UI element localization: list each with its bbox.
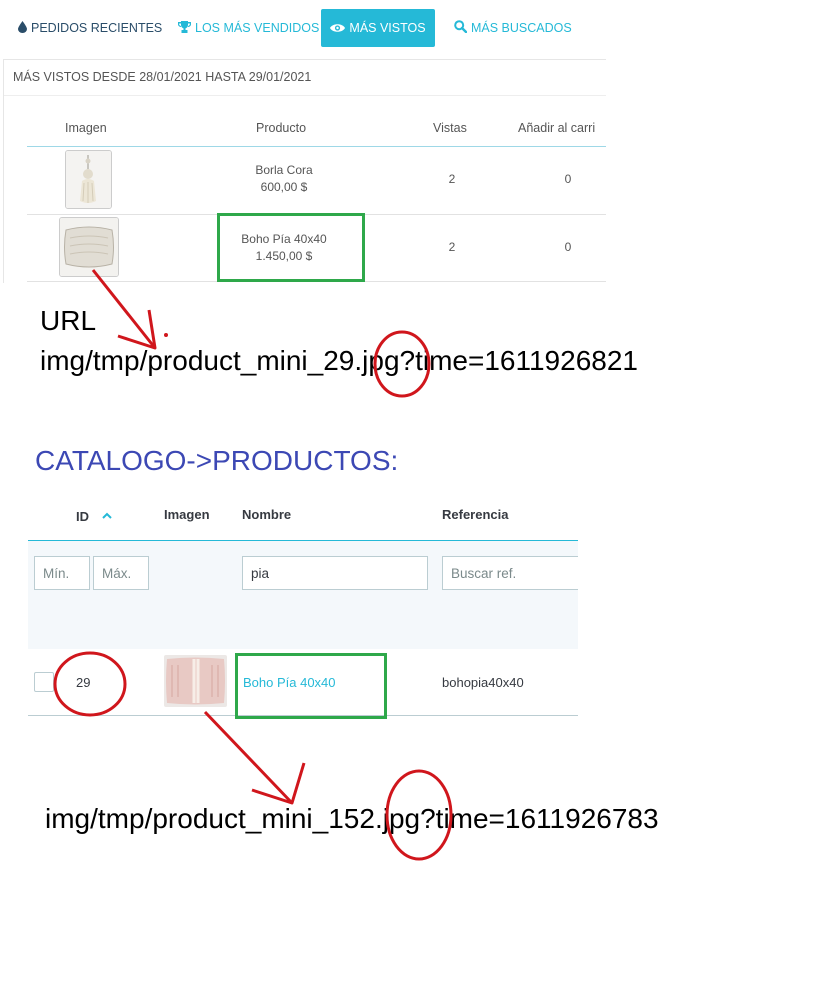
product-price: 1.450,00 $ bbox=[255, 249, 313, 263]
product-name: Borla Cora bbox=[255, 163, 313, 177]
sort-asc-icon[interactable] bbox=[101, 507, 112, 522]
tab-label: PEDIDOS RECIENTES bbox=[31, 21, 163, 35]
product-thumbnail-pink-cushion bbox=[164, 655, 227, 707]
panel-title: MÁS VISTOS DESDE 28/01/2021 HASTA 29/01/… bbox=[13, 70, 312, 84]
id-min-input[interactable] bbox=[34, 556, 90, 590]
search-icon bbox=[454, 10, 468, 48]
most-viewed-panel: MÁS VISTOS DESDE 28/01/2021 HASTA 29/01/… bbox=[3, 59, 606, 283]
row-2-views: 2 bbox=[448, 240, 456, 254]
product-name: Boho Pía 40x40 bbox=[241, 232, 327, 246]
product-price: 600,00 $ bbox=[260, 180, 308, 194]
product-name-link[interactable]: Boho Pía 40x40 bbox=[243, 675, 336, 690]
tab-label: MÁS BUSCADOS bbox=[471, 21, 572, 35]
tab-most-searched[interactable]: MÁS BUSCADOS bbox=[454, 9, 572, 47]
col-header-id[interactable]: ID bbox=[76, 507, 112, 524]
product-reference: bohopia40x40 bbox=[442, 675, 524, 690]
col-header-product: Producto bbox=[256, 121, 307, 135]
product-thumbnail-tassel bbox=[65, 150, 112, 209]
row-select-checkbox[interactable] bbox=[34, 672, 54, 692]
product-id: 29 bbox=[76, 675, 91, 690]
row-divider bbox=[28, 715, 578, 716]
annotation-url-label: URL bbox=[40, 305, 97, 336]
annotation-url-path-1: img/tmp/product_mini_29.jpg?time=1611926… bbox=[40, 345, 638, 376]
col-header-reference[interactable]: Referencia bbox=[442, 507, 508, 522]
table-header-line bbox=[27, 146, 606, 147]
catalog-heading: CATALOGO->PRODUCTOS: bbox=[35, 445, 399, 476]
col-header-add-to-cart: Añadir al carri bbox=[518, 121, 596, 135]
red-arrowhead-2 bbox=[251, 762, 306, 805]
col-header-image: Imagen bbox=[65, 121, 107, 135]
name-filter-input[interactable] bbox=[242, 556, 428, 590]
table-row-1-product: Borla Cora 600,00 $ bbox=[234, 162, 334, 196]
product-thumbnail-cushion bbox=[59, 217, 119, 277]
trophy-icon bbox=[177, 10, 192, 48]
row-divider bbox=[27, 214, 606, 215]
table-row-2-product: Boho Pía 40x40 1.450,00 $ bbox=[234, 231, 334, 265]
eye-icon bbox=[330, 10, 346, 48]
reference-filter-input[interactable] bbox=[442, 556, 578, 590]
tab-label: MÁS VISTOS bbox=[349, 21, 426, 35]
red-dot bbox=[164, 333, 168, 337]
tab-best-sellers[interactable]: LOS MÁS VENDIDOS bbox=[177, 9, 320, 48]
id-max-input[interactable] bbox=[93, 556, 149, 590]
col-header-name[interactable]: Nombre bbox=[242, 507, 291, 522]
drop-icon bbox=[18, 10, 27, 48]
col-header-views: Vistas bbox=[433, 121, 467, 135]
row-divider bbox=[27, 281, 606, 282]
row-1-views: 2 bbox=[448, 172, 456, 186]
row-1-added: 0 bbox=[564, 172, 572, 186]
tab-most-viewed[interactable]: MÁS VISTOS bbox=[321, 9, 435, 47]
col-header-id-label: ID bbox=[76, 509, 89, 524]
red-arrow-2 bbox=[203, 710, 294, 805]
tab-recent-orders[interactable]: PEDIDOS RECIENTES bbox=[18, 9, 162, 47]
row-2-added: 0 bbox=[564, 240, 572, 254]
col-header-image: Imagen bbox=[164, 507, 210, 522]
tab-label: LOS MÁS VENDIDOS bbox=[195, 21, 320, 35]
divider bbox=[4, 95, 606, 96]
annotation-url-path-2: img/tmp/product_mini_152.jpg?time=161192… bbox=[45, 803, 659, 834]
red-arrowhead-1 bbox=[117, 309, 157, 350]
dashboard-tabs: PEDIDOS RECIENTES LOS MÁS VENDIDOS MÁS V… bbox=[0, 9, 605, 47]
